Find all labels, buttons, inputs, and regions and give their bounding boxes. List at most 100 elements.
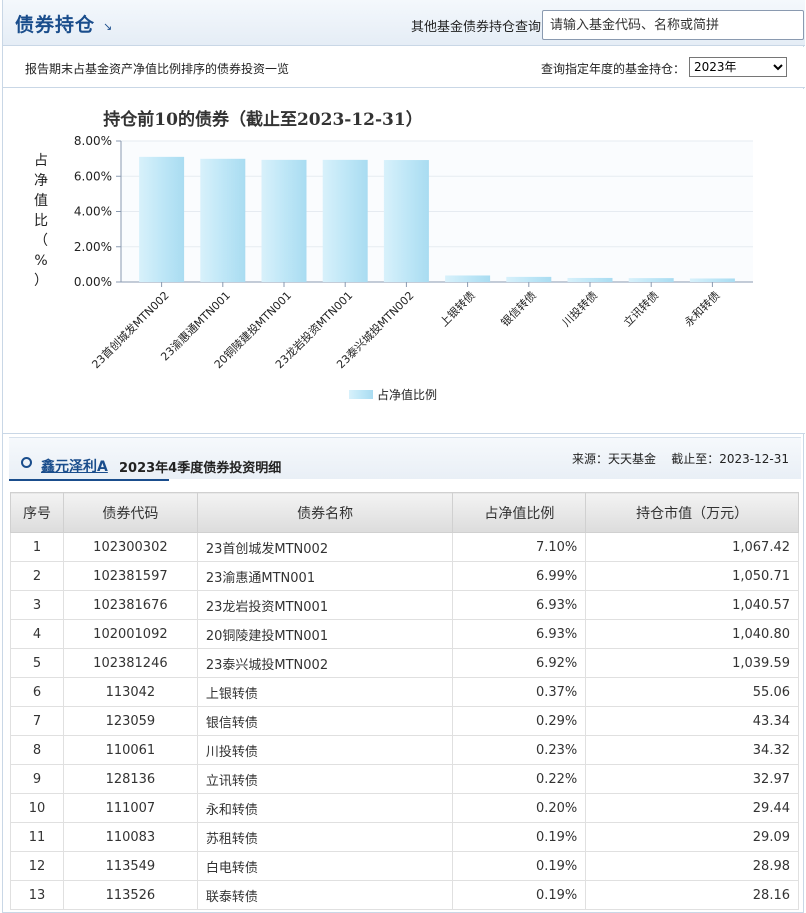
year-select[interactable]: 2023年 — [689, 57, 787, 77]
cell-index: 8 — [10, 735, 64, 765]
chart-title: 持仓前10的债券（截止至2023-12-31） — [103, 109, 422, 130]
cell-bond-code: 113042 — [62, 677, 198, 707]
cell-bond-name: 23龙岩投资MTN001 — [196, 590, 454, 620]
cell-market-value: 1,040.57 — [585, 590, 799, 620]
cell-bond-code: 113526 — [62, 880, 198, 910]
cell-bond-name: 立讯转债 — [196, 764, 454, 794]
cell-ratio: 6.92% — [452, 648, 587, 678]
year-select-label: 查询指定年度的基金持仓： — [541, 62, 686, 76]
table-row: 13 113526 联泰转债 0.19% 28.16 — [10, 880, 799, 910]
holdings-description: 报告期末占基金资产净值比例排序的债券投资一览 — [25, 62, 290, 76]
col-header-index: 序号 — [10, 492, 64, 533]
cell-index: 12 — [10, 851, 64, 881]
cell-index: 2 — [10, 561, 64, 591]
bar — [200, 158, 246, 282]
cell-market-value: 28.16 — [585, 880, 799, 910]
cell-ratio: 0.19% — [452, 851, 587, 881]
cell-bond-code: 102001092 — [62, 619, 198, 649]
cell-bond-code: 102381597 — [62, 561, 198, 591]
y-tick-label: 8.00% — [74, 134, 112, 148]
cell-index: 5 — [10, 648, 64, 678]
cell-bond-name: 23首创城发MTN002 — [196, 532, 454, 562]
cell-bond-name: 银信转债 — [196, 706, 454, 736]
cell-market-value: 43.34 — [585, 706, 799, 736]
source-info: 来源：天天基金 截止至：2023-12-31 — [572, 452, 789, 466]
cell-bond-name: 永和转债 — [196, 793, 454, 823]
cell-bond-code: 102381676 — [62, 590, 198, 620]
y-tick-label: 2.00% — [74, 240, 112, 254]
cell-ratio: 0.29% — [452, 706, 587, 736]
holdings-table: 序号 债券代码 债券名称 占净值比例 持仓市值（万元） 1 102300302 23… — [10, 492, 799, 910]
cell-market-value: 29.44 — [585, 793, 799, 823]
cell-ratio: 6.93% — [452, 619, 587, 649]
cell-index: 13 — [10, 880, 64, 910]
holdings-subbar: 报告期末占基金资产净值比例排序的债券投资一览 查询指定年度的基金持仓： 2023… — [3, 47, 805, 88]
page-title: 债券持仓 — [15, 14, 96, 36]
cell-bond-code: 128136 — [62, 764, 198, 794]
cell-market-value: 55.06 — [585, 677, 799, 707]
cell-bond-code: 102300302 — [62, 532, 198, 562]
table-row: 12 113549 白电转债 0.19% 28.98 — [10, 851, 799, 881]
cell-index: 4 — [10, 619, 64, 649]
expand-arrow-icon[interactable]: ↘ — [103, 20, 112, 33]
legend-swatch — [349, 390, 373, 399]
detail-header: 鑫元泽利A 2023年4季度债券投资明细 来源：天天基金 截止至：2023-12… — [9, 437, 801, 481]
table-row: 4 102001092 20铜陵建投MTN001 6.93% 1,040.80 — [10, 619, 799, 649]
bar — [322, 159, 368, 282]
x-tick-label: 银信转债 — [498, 288, 539, 329]
col-header-code: 债券代码 — [62, 492, 198, 533]
x-tick-label: 川投转债 — [559, 288, 600, 329]
cell-bond-code: 111007 — [62, 793, 198, 823]
y-tick-label: 6.00% — [74, 169, 112, 183]
cell-bond-name: 川投转债 — [196, 735, 454, 765]
x-tick-label: 立讯转债 — [620, 288, 661, 329]
cell-index: 3 — [10, 590, 64, 620]
cell-market-value: 1,040.80 — [585, 619, 799, 649]
bar — [506, 276, 552, 282]
cell-ratio: 6.93% — [452, 590, 587, 620]
cell-bond-code: 110083 — [62, 822, 198, 852]
cell-bond-code: 110061 — [62, 735, 198, 765]
panel-header: 债券持仓 ↘ 其他基金债券持仓查询： — [3, 0, 805, 46]
x-tick-label: 23首创城发MTN002 — [89, 288, 172, 371]
bar — [445, 275, 491, 282]
cell-bond-name: 联泰转债 — [196, 880, 454, 910]
cell-market-value: 1,067.42 — [585, 532, 799, 562]
x-tick-label: 上银转债 — [437, 288, 478, 329]
cell-market-value: 34.32 — [585, 735, 799, 765]
cell-bond-name: 苏租转债 — [196, 822, 454, 852]
bar — [628, 278, 674, 282]
detail-period-title: 2023年4季度债券投资明细 — [119, 461, 282, 476]
y-tick-label: 0.00% — [74, 275, 112, 289]
cell-bond-name: 白电转债 — [196, 851, 454, 881]
cell-bond-name: 20铜陵建投MTN001 — [196, 619, 454, 649]
cell-index: 9 — [10, 764, 64, 794]
cell-index: 7 — [10, 706, 64, 736]
cell-ratio: 0.20% — [452, 793, 587, 823]
cell-ratio: 0.37% — [452, 677, 587, 707]
table-row: 7 123059 银信转债 0.29% 43.34 — [10, 706, 799, 736]
holdings-chart: 持仓前10的债券（截止至2023-12-31） 0.00% 2.00% 4.00% 6.… — [3, 89, 805, 434]
cell-bond-code: 123059 — [62, 706, 198, 736]
circle-bullet-icon — [21, 457, 32, 468]
cell-ratio: 0.23% — [452, 735, 587, 765]
table-row: 1 102300302 23首创城发MTN002 7.10% 1,067.42 — [10, 532, 799, 562]
cell-bond-name: 23泰兴城投MTN002 — [196, 648, 454, 678]
y-axis-label: 占净值比（%） — [34, 153, 48, 289]
table-row: 11 110083 苏租转债 0.19% 29.09 — [10, 822, 799, 852]
cell-ratio: 7.10% — [452, 532, 587, 562]
cell-index: 1 — [10, 532, 64, 562]
fund-name-link[interactable]: 鑫元泽利A — [41, 456, 108, 476]
table-row: 3 102381676 23龙岩投资MTN001 6.93% 1,040.57 — [10, 590, 799, 620]
fund-search-input[interactable] — [542, 10, 804, 40]
cell-index: 6 — [10, 677, 64, 707]
cell-ratio: 0.22% — [452, 764, 587, 794]
bar-chart-svg: 持仓前10的债券（截止至2023-12-31） 0.00% 2.00% 4.00% 6.… — [34, 109, 753, 402]
cell-index: 10 — [10, 793, 64, 823]
bar — [139, 156, 185, 282]
cell-ratio: 6.99% — [452, 561, 587, 591]
col-header-name: 债券名称 — [196, 492, 454, 533]
bar — [383, 160, 429, 282]
x-tick-label: 永和转债 — [682, 288, 723, 329]
cell-bond-name: 23渝惠通MTN001 — [196, 561, 454, 591]
